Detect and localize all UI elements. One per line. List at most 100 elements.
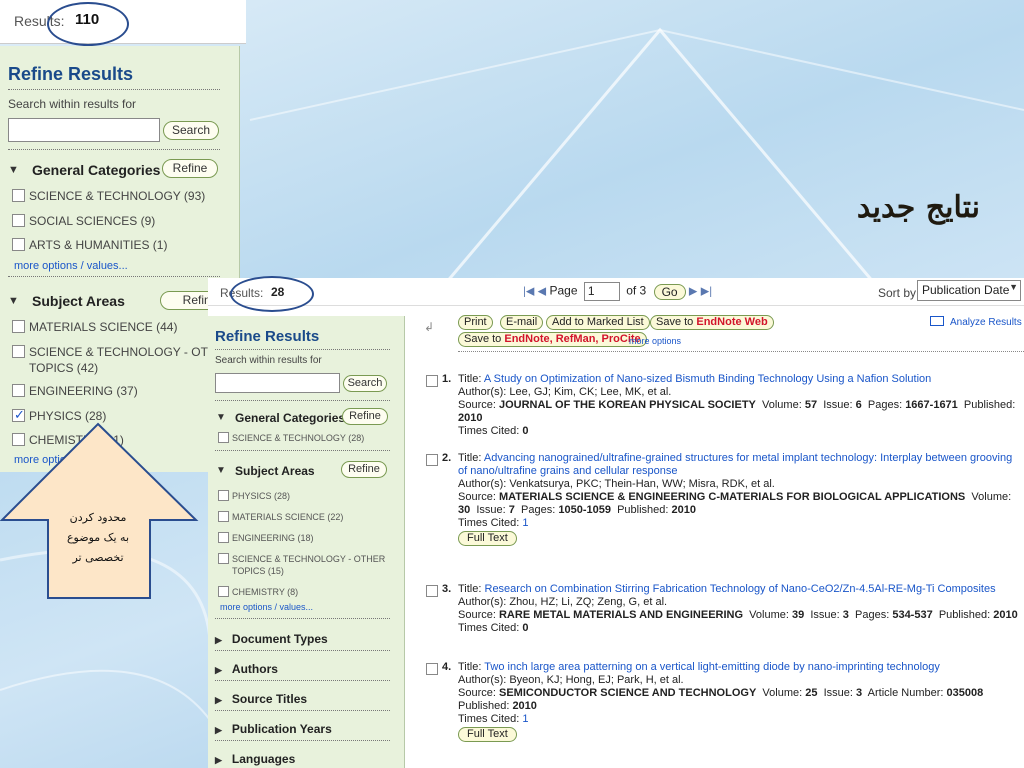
expand-triangle-icon[interactable]: ▼ (216, 465, 226, 476)
select-arrow-icon: ↲ (424, 320, 435, 334)
add-to-marked-list-button[interactable]: Add to Marked List (546, 315, 650, 330)
collapsed-triangle-icon: ▶ (215, 695, 222, 705)
collapsed-triangle-icon: ▶ (215, 755, 222, 765)
subject-item[interactable]: MATERIALS SCIENCE (44) (12, 320, 177, 334)
print-button[interactable]: Print (458, 315, 493, 330)
expand-triangle-icon[interactable]: ▼ (8, 164, 19, 176)
checkbox[interactable] (218, 432, 229, 443)
divider (215, 349, 390, 350)
subject-item[interactable]: ENGINEERING (18) (218, 532, 314, 544)
full-text-button[interactable]: Full Text (458, 727, 517, 742)
category-item[interactable]: ARTS & HUMANITIES (1) (12, 238, 167, 252)
checkbox[interactable] (218, 490, 229, 501)
pagination: |◀ ◀ Page 1 of 3 Go ▶ ▶| (523, 282, 712, 301)
slide-title: نتایج جدید (856, 190, 980, 225)
general-categories-header[interactable]: General Categories (32, 162, 160, 178)
search-within-input[interactable] (215, 373, 340, 393)
analyze-results-link[interactable]: Analyze Results (930, 316, 1022, 328)
refine-button[interactable]: Refine (342, 408, 388, 425)
subject-item[interactable]: MATERIALS SCIENCE (22) (218, 511, 343, 523)
save-to-endnote-web-button[interactable]: Save to EndNote Web (650, 315, 774, 330)
more-options-link[interactable]: more options (629, 336, 681, 346)
dropdown-arrow-icon: ▼ (1009, 282, 1018, 292)
divider (215, 740, 390, 741)
email-button[interactable]: E-mail (500, 315, 544, 330)
result-number: 2. (442, 452, 452, 464)
category-item[interactable]: SCIENCE & TECHNOLOGY (93) (12, 189, 205, 203)
document-types-section[interactable]: ▶ Document Types (215, 632, 390, 646)
subject-areas-header[interactable]: Subject Areas (32, 293, 125, 309)
checkbox[interactable] (12, 189, 25, 202)
refine-button[interactable]: Refine (162, 159, 218, 178)
authors-section[interactable]: ▶ Authors (215, 662, 390, 676)
result-authors: Author(s): Zhou, HZ; Li, ZQ; Zeng, G, et… (458, 596, 668, 608)
result-title-link[interactable]: Two inch large area patterning on a vert… (484, 661, 940, 673)
previous-page-icon[interactable]: ◀ (538, 286, 546, 298)
checkbox[interactable] (12, 214, 25, 227)
results-list: ↲ Print E-mail Add to Marked List Save t… (418, 306, 1024, 768)
divider (215, 400, 390, 401)
search-button[interactable]: Search (163, 121, 219, 140)
general-categories-header[interactable]: General Categories (235, 411, 345, 425)
divider (215, 680, 390, 681)
publication-years-section[interactable]: ▶ Publication Years (215, 722, 390, 736)
collapsed-triangle-icon: ▶ (215, 725, 222, 735)
checkbox[interactable] (12, 238, 25, 251)
checkbox[interactable] (12, 320, 25, 333)
subject-item[interactable]: SCIENCE & TECHNOLOGY - OTHER (12, 345, 233, 359)
save-to-endnote-refman-button[interactable]: Save to EndNote, RefMan, ProCite (458, 332, 647, 347)
next-page-icon[interactable]: ▶ (689, 286, 697, 298)
subject-item[interactable]: SCIENCE & TECHNOLOGY - OTHER (218, 553, 385, 565)
subject-areas-header[interactable]: Subject Areas (235, 464, 315, 478)
go-button[interactable]: Go (653, 283, 686, 300)
subject-item[interactable]: CHEMISTRY (8) (218, 586, 298, 598)
more-options-link[interactable]: more options / values... (220, 602, 313, 612)
result-title-link[interactable]: A Study on Optimization of Nano-sized Bi… (484, 373, 931, 385)
back-refine-panel: Refine Results Search within results for… (0, 46, 240, 472)
result-checkbox[interactable] (426, 454, 438, 466)
last-page-icon[interactable]: ▶| (701, 286, 712, 298)
checkbox[interactable] (218, 586, 229, 597)
refine-title: Refine Results (8, 64, 134, 84)
search-button[interactable]: Search (343, 375, 387, 392)
subject-item-continuation: TOPICS (42) (29, 361, 99, 375)
result-checkbox[interactable] (426, 375, 438, 387)
full-text-button[interactable]: Full Text (458, 531, 517, 546)
search-within-label: Search within results for (215, 355, 322, 366)
subject-item[interactable]: ENGINEERING (37) (12, 384, 138, 398)
checkbox[interactable] (12, 345, 25, 358)
checkbox[interactable] (218, 511, 229, 522)
sort-label: Sort by: (878, 286, 920, 300)
sort-select[interactable]: Publication Date ▼ (917, 280, 1021, 301)
languages-section[interactable]: ▶ Languages (215, 752, 390, 766)
page-total: of 3 (626, 283, 647, 298)
first-page-icon[interactable]: |◀ (523, 286, 534, 298)
result-checkbox[interactable] (426, 585, 438, 597)
page-number-input[interactable]: 1 (583, 282, 620, 301)
search-within-input[interactable] (8, 118, 160, 142)
analyze-icon (930, 316, 944, 326)
expand-triangle-icon[interactable]: ▼ (8, 295, 19, 307)
collapsed-triangle-icon: ▶ (215, 665, 222, 675)
category-item[interactable]: SCIENCE & TECHNOLOGY (28) (218, 432, 364, 444)
checkbox[interactable] (218, 532, 229, 543)
source-titles-section[interactable]: ▶ Source Titles (215, 692, 390, 706)
checkbox[interactable] (12, 384, 25, 397)
result-number: 3. (442, 583, 452, 595)
divider (8, 276, 220, 277)
result-title-link[interactable]: Research on Combination Stirring Fabrica… (485, 583, 996, 595)
result-authors: Author(s): Byeon, KJ; Hong, EJ; Park, H,… (458, 674, 684, 686)
divider (215, 450, 390, 451)
result-title-link[interactable]: Advancing nanograined/ultrafine-grained … (458, 452, 1012, 477)
checkbox[interactable] (218, 553, 229, 564)
more-options-link[interactable]: more options / values... (14, 260, 128, 272)
expand-triangle-icon[interactable]: ▼ (216, 412, 226, 423)
subject-item[interactable]: PHYSICS (28) (218, 490, 290, 502)
divider (215, 710, 390, 711)
refine-title: Refine Results (215, 328, 320, 345)
result-checkbox[interactable] (426, 663, 438, 675)
category-item[interactable]: SOCIAL SCIENCES (9) (12, 214, 155, 228)
result-authors: Author(s): Lee, GJ; Kim, CK; Lee, MK, et… (458, 386, 672, 398)
refine-button[interactable]: Refine (341, 461, 387, 478)
callout-text: محدود کردن به یک موضوع تخصصی تر (66, 511, 130, 564)
